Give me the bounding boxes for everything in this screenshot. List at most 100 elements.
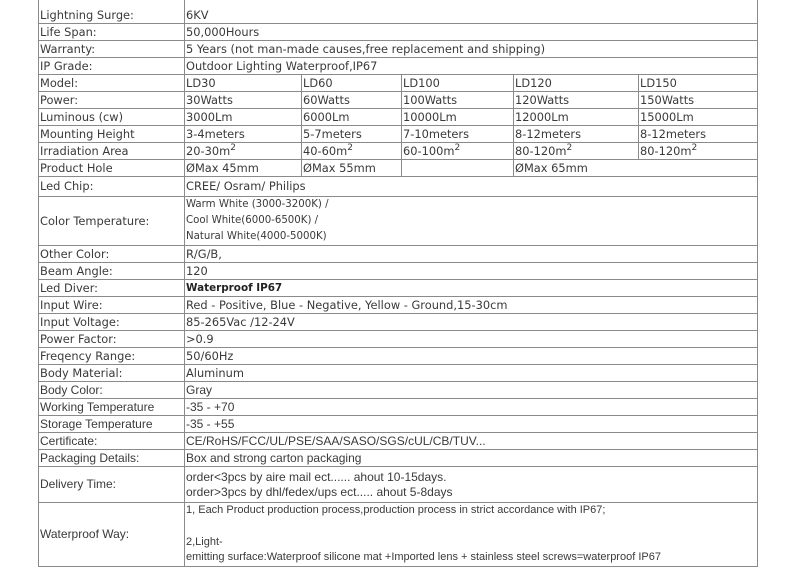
cell: 12000Lm [513,108,639,126]
row-waterproof-way: Waterproof Way: 1, Each Product producti… [38,502,759,567]
value: 120 [183,262,759,280]
value: 50/60Hz [183,347,759,365]
value: Aluminum [183,364,759,382]
line: Warm White (3000-3200K) / [186,199,329,210]
cell: ØMax 45mm [184,159,302,177]
label: Irradiation Area [38,142,185,160]
line: emitting surface:Waterproof silicone mat… [186,551,661,563]
value: 50,000Hours [183,23,759,41]
label: Certificate: [38,432,185,450]
label: Product Hole [38,159,185,177]
cell: 80-120m2 [637,142,759,160]
cell: 10000Lm [401,108,514,126]
cell: 80-120m2 [513,142,639,160]
row-lightning-surge: Lightning Surge: 6KV [38,0,759,24]
value: Outdoor Lighting Waterproof,IP67 [183,57,759,75]
value: CREE/ Osram/ Philips [183,176,759,197]
cell: LD120 [513,74,639,92]
row-led-chip: Led Chip: CREE/ Osram/ Philips [38,176,759,197]
value: Box and strong carton packaging [183,449,759,467]
row-irradiation-area: Irradiation Area 20-30m2 40-60m2 60-100m… [38,142,759,160]
label: Packaging Details: [38,449,185,467]
row-input-wire: Input Wire: Red - Positive, Blue - Negati… [38,296,759,314]
value: 1, Each Product production process,produ… [183,502,759,567]
row-frequency-range: Freqency Range: 50/60Hz [38,347,759,365]
value: >0.9 [183,330,759,348]
label: Color Temperature: [38,196,185,246]
label: Led Diver: [38,279,185,297]
value: 6KV [183,0,759,24]
cell: 120Watts [513,91,639,109]
row-delivery-time: Delivery Time: order<3pcs by aire mail e… [38,466,759,503]
label: IP Grade: [38,57,185,75]
row-body-color: Body Color: Gray [38,381,759,399]
row-color-temperature: Color Temperature: Warm White (3000-3200… [38,196,759,246]
label: Led Chip: [38,176,185,197]
label: Freqency Range: [38,347,185,365]
cell: 100Watts [401,91,514,109]
row-model: Model: LD30 LD60 LD100 LD120 LD150 [38,74,759,92]
cell: 7-10meters [401,125,514,143]
cell: 8-12meters [637,125,759,143]
row-working-temperature: Working Temperature -35 - +70 [38,398,759,416]
cell: ØMax 55mm [301,159,402,177]
row-other-color: Other Color: R/G/B, [38,245,759,263]
row-luminous: Luminous (cw) 3000Lm 6000Lm 10000Lm 1200… [38,108,759,126]
label: Beam Angle: [38,262,185,280]
label: Power: [38,91,185,109]
cell: LD60 [301,74,402,92]
line: Cool White(6000-6500K) / [186,215,319,226]
row-mounting-height: Mounting Height 3-4meters 5-7meters 7-10… [38,125,759,143]
sup: 2 [691,142,698,153]
label: Working Temperature [38,398,185,416]
cell: LD30 [184,74,302,92]
label: Body Color: [38,381,185,399]
row-storage-temperature: Storage Temperature -35 - +55 [38,415,759,433]
cell: ØMax 65mm [512,159,759,177]
sup: 2 [454,142,461,153]
line: Natural White(4000-5000K) [186,231,327,242]
cell [401,159,514,177]
cell: 3000Lm [184,108,302,126]
area: 20-30m [186,143,231,158]
row-power: Power: 30Watts 60Watts 100Watts 120Watts… [38,91,759,109]
area: 80-120m [515,143,567,158]
value: Warm White (3000-3200K) / Cool White(600… [183,196,759,246]
row-warranty: Warranty: 5 Years (not man-made causes,f… [38,40,759,58]
row-power-factor: Power Factor: >0.9 [38,330,759,348]
label: Life Span: [38,23,185,41]
cell: 15000Lm [637,108,759,126]
label: Lightning Surge: [38,0,185,24]
value: -35 - +70 [183,398,759,416]
value: Gray [183,381,759,399]
cell: 5-7meters [301,125,402,143]
line: 1, Each Product production process,produ… [186,504,606,516]
line: 2,Light- [186,536,223,548]
spec-table: Lightning Surge: 6KV Life Span: 50,000Ho… [38,0,759,567]
value: Waterproof IP67 [183,279,759,297]
label: Power Factor: [38,330,185,348]
cell: 20-30m2 [184,142,302,160]
label: Model: [38,74,185,92]
value: CE/RoHS/FCC/UL/PSE/SAA/SASO/SGS/cUL/CB/T… [183,432,759,450]
value: 5 Years (not man-made causes,free replac… [183,40,759,58]
row-beam-angle: Beam Angle: 120 [38,262,759,280]
cell: 6000Lm [301,108,402,126]
label: Input Wire: [38,296,185,314]
label: Input Voltage: [38,313,185,331]
label: Delivery Time: [38,466,185,503]
line: order<3pcs by aire mail ect...... ahout … [186,469,447,484]
row-product-hole: Product Hole ØMax 45mm ØMax 55mm ØMax 65… [38,159,759,177]
value: -35 - +55 [183,415,759,433]
value: order<3pcs by aire mail ect...... ahout … [183,466,759,503]
cell: 60Watts [301,91,402,109]
cell: 30Watts [184,91,302,109]
row-input-voltage: Input Voltage: 85-265Vac /12-24V [38,313,759,331]
label: Mounting Height [38,125,185,143]
label: Warranty: [38,40,185,58]
cell: 40-60m2 [301,142,402,160]
sup: 2 [566,142,573,153]
line: order>3pcs by dhl/fedex/ups ect..... aho… [186,484,453,499]
row-body-material: Body Material: Aluminum [38,364,759,382]
cell: 8-12meters [513,125,639,143]
